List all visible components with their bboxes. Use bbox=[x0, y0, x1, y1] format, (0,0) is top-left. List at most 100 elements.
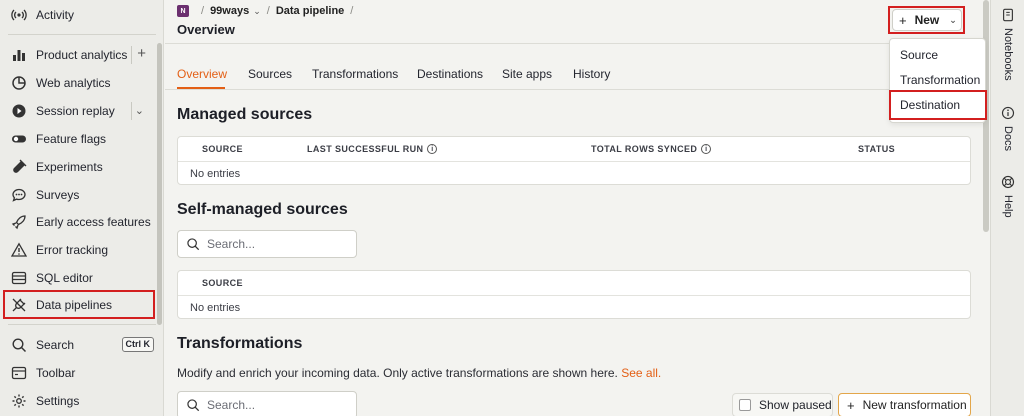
play-icon bbox=[10, 102, 28, 120]
search-field[interactable] bbox=[207, 398, 347, 412]
sidebar-divider bbox=[8, 324, 156, 325]
sidebar-item-toolbar[interactable]: Toolbar bbox=[6, 360, 156, 386]
breadcrumb: N / 99ways ⌄ / Data pipeline / bbox=[177, 5, 359, 17]
menu-item-source[interactable]: Source bbox=[900, 48, 938, 62]
search-input-transformations[interactable] bbox=[177, 391, 357, 416]
chevron-down-icon[interactable]: ⌄ bbox=[135, 104, 144, 117]
chat-icon bbox=[10, 186, 28, 204]
rocket-icon bbox=[10, 213, 28, 231]
add-insight-button[interactable]: + bbox=[137, 46, 146, 61]
sidebar-item-activity[interactable]: Activity bbox=[6, 2, 156, 28]
sidebar-item-label: Surveys bbox=[36, 188, 80, 202]
self-managed-table: SOURCE No entries bbox=[177, 270, 971, 319]
pie-chart-icon bbox=[10, 74, 28, 92]
search-input-self-managed[interactable] bbox=[177, 230, 357, 258]
empty-state: No entries bbox=[190, 302, 241, 314]
table-header: SOURCE LAST SUCCESSFUL RUN i TOTAL ROWS S… bbox=[178, 137, 970, 162]
notebooks-label: Notebooks bbox=[1002, 28, 1014, 81]
description-text: Modify and enrich your incoming data. On… bbox=[177, 366, 618, 380]
search-icon bbox=[187, 238, 200, 251]
managed-sources-table: SOURCE LAST SUCCESSFUL RUN i TOTAL ROWS S… bbox=[177, 136, 971, 185]
sidebar-item-error-tracking[interactable]: Error tracking bbox=[6, 237, 156, 263]
sidebar-item-product-analytics[interactable]: Product analytics + bbox=[6, 42, 156, 68]
sidebar-item-sql-editor[interactable]: SQL editor bbox=[6, 265, 156, 291]
sidebar-item-web-analytics[interactable]: Web analytics bbox=[6, 70, 156, 96]
plus-icon: + bbox=[847, 397, 855, 413]
sidebar-item-feature-flags[interactable]: Feature flags bbox=[6, 126, 156, 152]
sidebar-item-session-replay[interactable]: Session replay ⌄ bbox=[6, 98, 156, 124]
column-header-source: SOURCE bbox=[202, 144, 243, 154]
table-header: SOURCE bbox=[178, 271, 970, 296]
search-icon bbox=[10, 336, 28, 354]
breadcrumb-separator: / bbox=[201, 5, 205, 17]
checkbox-label: Show paused bbox=[759, 398, 832, 412]
tab-history[interactable]: History bbox=[573, 67, 610, 81]
sidebar: Activity Product analytics + Web analyti… bbox=[0, 0, 164, 416]
divider bbox=[131, 46, 132, 64]
sidebar-item-search[interactable]: Search Ctrl K bbox=[6, 332, 156, 358]
sidebar-item-label: Feature flags bbox=[36, 132, 107, 146]
breadcrumb-separator: / bbox=[266, 5, 270, 17]
checkbox[interactable] bbox=[739, 399, 751, 411]
tab-transformations[interactable]: Transformations bbox=[312, 67, 398, 81]
divider bbox=[165, 89, 983, 90]
info-icon[interactable]: i bbox=[701, 144, 712, 154]
sidebar-item-label: Search bbox=[36, 338, 75, 352]
divider bbox=[131, 102, 132, 120]
tab-destinations[interactable]: Destinations bbox=[417, 67, 483, 81]
column-header-source: SOURCE bbox=[202, 278, 243, 288]
section-title-managed-sources: Managed sources bbox=[177, 106, 313, 123]
toggle-icon bbox=[10, 130, 28, 148]
new-transformation-button[interactable]: + New transformation bbox=[838, 393, 971, 416]
keyboard-shortcut-badge: Ctrl K bbox=[121, 337, 154, 352]
see-all-link[interactable]: See all. bbox=[621, 366, 661, 380]
page-title: Overview bbox=[177, 22, 235, 37]
docs-button[interactable]: Docs bbox=[991, 106, 1024, 151]
tab-site-apps[interactable]: Site apps bbox=[502, 67, 552, 81]
highlight-destination bbox=[889, 90, 987, 120]
sidebar-item-label: Toolbar bbox=[36, 366, 76, 380]
main-content: N / 99ways ⌄ / Data pipeline / Overview … bbox=[165, 0, 989, 416]
notebooks-button[interactable]: Notebooks bbox=[991, 8, 1024, 81]
tab-sources[interactable]: Sources bbox=[248, 67, 292, 81]
breadcrumb-section[interactable]: Data pipeline bbox=[276, 5, 344, 17]
right-side-panel: Notebooks Docs Help bbox=[990, 0, 1024, 416]
sidebar-item-label: SQL editor bbox=[36, 271, 93, 285]
sidebar-item-label: Activity bbox=[36, 8, 75, 22]
bar-chart-icon bbox=[10, 46, 28, 64]
breadcrumb-separator: / bbox=[350, 5, 354, 17]
sidebar-item-settings[interactable]: Settings bbox=[6, 388, 156, 414]
search-field[interactable] bbox=[207, 237, 347, 251]
chevron-down-icon[interactable]: ⌄ bbox=[253, 6, 261, 17]
sidebar-item-label: Experiments bbox=[36, 160, 103, 174]
sidebar-item-experiments[interactable]: Experiments bbox=[6, 154, 156, 180]
activity-icon bbox=[10, 6, 28, 24]
warning-icon bbox=[10, 241, 28, 259]
menu-item-transformation[interactable]: Transformation bbox=[900, 73, 980, 87]
column-header-rows-synced: TOTAL ROWS SYNCED i bbox=[591, 144, 712, 154]
column-header-label: TOTAL ROWS SYNCED bbox=[591, 144, 698, 154]
lifebuoy-icon bbox=[1001, 175, 1015, 189]
sidebar-item-label: Session replay bbox=[36, 104, 115, 118]
database-icon bbox=[10, 269, 28, 287]
transformations-description: Modify and enrich your incoming data. On… bbox=[177, 366, 661, 380]
help-label: Help bbox=[1002, 195, 1014, 218]
flask-icon bbox=[10, 158, 28, 176]
breadcrumb-project[interactable]: 99ways bbox=[210, 5, 249, 17]
sidebar-item-label: Product analytics bbox=[36, 48, 128, 62]
sidebar-scrollbar[interactable] bbox=[157, 43, 162, 325]
sidebar-item-early-access[interactable]: Early access features bbox=[6, 209, 156, 235]
sidebar-item-label: Error tracking bbox=[36, 243, 109, 257]
sidebar-item-label: Web analytics bbox=[36, 76, 111, 90]
column-header-label: LAST SUCCESSFUL RUN bbox=[307, 144, 424, 154]
empty-state: No entries bbox=[190, 168, 241, 180]
info-icon[interactable]: i bbox=[427, 144, 438, 154]
tab-overview[interactable]: Overview bbox=[177, 67, 227, 81]
sidebar-divider bbox=[8, 34, 156, 35]
notebook-icon bbox=[1003, 8, 1013, 22]
new-transformation-label: New transformation bbox=[862, 398, 967, 412]
sidebar-item-surveys[interactable]: Surveys bbox=[6, 182, 156, 208]
help-button[interactable]: Help bbox=[991, 175, 1024, 218]
section-title-self-managed: Self-managed sources bbox=[177, 201, 348, 218]
show-paused-checkbox[interactable]: Show paused bbox=[732, 393, 833, 416]
